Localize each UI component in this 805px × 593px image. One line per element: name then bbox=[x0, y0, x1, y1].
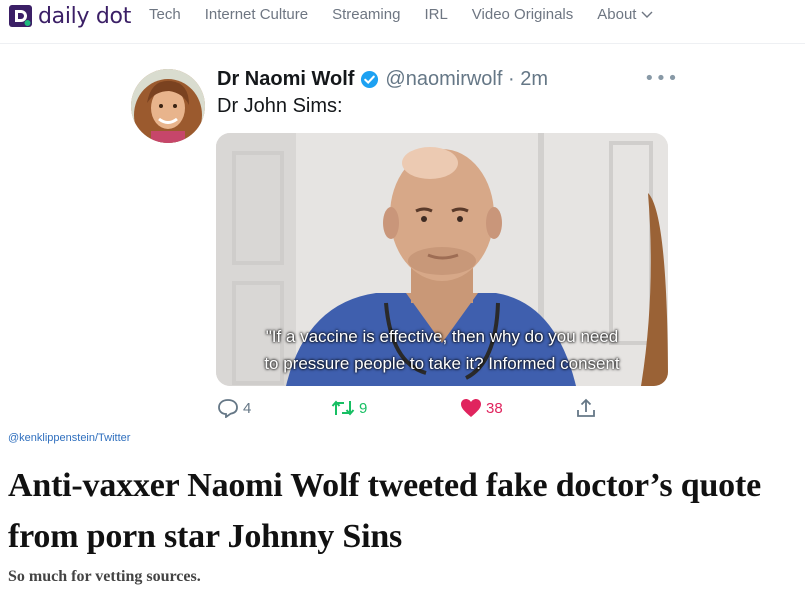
share-action[interactable] bbox=[575, 398, 597, 418]
avatar-portrait-icon bbox=[131, 69, 205, 143]
nav-item-streaming[interactable]: Streaming bbox=[332, 6, 400, 23]
logo-text: daily dot bbox=[38, 3, 132, 29]
nav-item-video-originals[interactable]: Video Originals bbox=[472, 6, 573, 23]
heart-icon bbox=[461, 399, 481, 417]
like-action[interactable]: 38 bbox=[460, 398, 503, 418]
tweet-display-name[interactable]: Dr Naomi Wolf bbox=[217, 68, 354, 91]
doctor-photo-icon bbox=[216, 133, 668, 386]
daily-dot-logo-icon bbox=[9, 5, 32, 27]
like-count: 38 bbox=[486, 399, 503, 417]
reply-count: 4 bbox=[243, 399, 252, 417]
tweet-handle-time: @naomirwolf · 2m bbox=[385, 68, 548, 90]
retweet-icon bbox=[331, 400, 355, 416]
ellipsis-icon[interactable]: ••• bbox=[644, 68, 679, 89]
tweet-media-image[interactable]: "If a vaccine is effective, then why do … bbox=[216, 133, 668, 386]
avatar bbox=[131, 69, 205, 143]
headline-line-2: from porn star Johnny Sins bbox=[8, 518, 403, 555]
chevron-down-icon bbox=[641, 11, 653, 18]
image-credit[interactable]: @kenklippenstein/Twitter bbox=[8, 432, 130, 444]
hero-image[interactable]: Dr Naomi Wolf @naomirwolf · 2m ••• Dr Jo… bbox=[8, 66, 805, 418]
article-dek: So much for vetting sources. bbox=[8, 568, 201, 585]
nav-item-tech[interactable]: Tech bbox=[149, 6, 181, 23]
nav-item-internet-culture[interactable]: Internet Culture bbox=[205, 6, 308, 23]
tweet-text: Dr John Sims: bbox=[217, 95, 343, 117]
tweet-header: Dr Naomi Wolf @naomirwolf · 2m bbox=[217, 68, 548, 91]
retweet-count: 9 bbox=[359, 399, 368, 417]
headline-line-1: Anti-vaxxer Naomi Wolf tweeted fake doct… bbox=[8, 467, 761, 504]
primary-nav: Tech Internet Culture Streaming IRL Vide… bbox=[149, 6, 677, 23]
share-icon bbox=[577, 398, 595, 417]
reply-action[interactable]: 4 bbox=[217, 398, 251, 418]
video-caption-line-2: to pressure people to take it? Informed … bbox=[264, 354, 620, 373]
site-header: daily dot Tech Internet Culture Streamin… bbox=[0, 0, 805, 44]
article-headline: Anti-vaxxer Naomi Wolf tweeted fake doct… bbox=[8, 460, 805, 562]
nav-item-about[interactable]: About bbox=[597, 6, 653, 23]
tweet-actions: 4 9 38 bbox=[217, 398, 637, 418]
video-caption-line-1: "If a vaccine is effective, then why do … bbox=[265, 327, 619, 346]
reply-icon bbox=[218, 399, 238, 418]
nav-item-irl[interactable]: IRL bbox=[424, 6, 447, 23]
retweet-action[interactable]: 9 bbox=[331, 398, 367, 418]
verified-badge-icon bbox=[361, 70, 379, 89]
site-logo[interactable]: daily dot bbox=[8, 3, 131, 29]
nav-item-about-label: About bbox=[597, 6, 637, 23]
